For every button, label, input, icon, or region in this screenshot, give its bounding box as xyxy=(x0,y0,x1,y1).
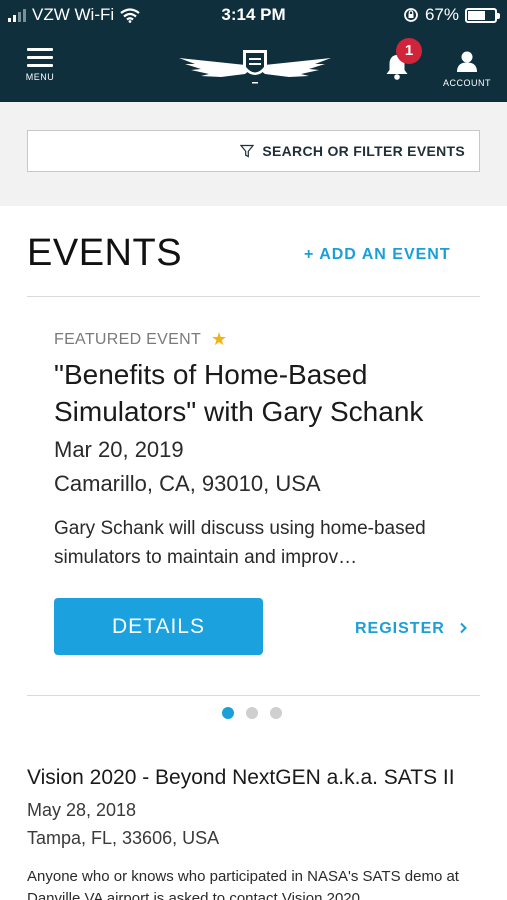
featured-event-label: FEATURED EVENT ★ xyxy=(54,329,227,350)
carousel-dot[interactable] xyxy=(246,707,258,719)
event-description: Anyone who or knows who participated in … xyxy=(27,868,459,900)
account-label: ACCOUNT xyxy=(443,78,491,88)
orientation-lock-icon xyxy=(404,8,418,22)
battery-icon xyxy=(465,7,500,23)
event-date: May 28, 2018 xyxy=(27,800,137,820)
featured-event-location: Camarillo, CA, 93010, USA xyxy=(54,471,321,496)
star-icon: ★ xyxy=(211,329,228,349)
wings-logo-icon[interactable] xyxy=(175,44,335,88)
battery-percent: 67% xyxy=(424,5,459,24)
carousel-dot[interactable] xyxy=(222,707,234,719)
divider xyxy=(27,296,480,297)
hamburger-icon xyxy=(27,48,53,67)
status-right: 67% xyxy=(403,5,500,25)
featured-label-text: FEATURED EVENT xyxy=(54,330,202,348)
notification-count-badge[interactable]: 1 xyxy=(396,38,422,64)
chevron-right-icon xyxy=(460,622,468,634)
add-event-button[interactable]: + ADD AN EVENT xyxy=(304,246,451,264)
app-header: MENU 1 ACCOUNT xyxy=(0,30,507,102)
register-link[interactable]: REGISTER xyxy=(355,620,468,638)
page-title: EVENTS xyxy=(27,232,183,274)
divider xyxy=(27,695,480,696)
user-icon xyxy=(457,51,477,72)
menu-button[interactable]: MENU xyxy=(20,48,60,82)
search-filter-input[interactable]: SEARCH OR FILTER EVENTS xyxy=(27,130,480,172)
carousel-dot[interactable] xyxy=(270,707,282,719)
featured-event-date: Mar 20, 2019 xyxy=(54,437,184,462)
register-label: REGISTER xyxy=(355,620,445,637)
details-button[interactable]: DETAILS xyxy=(54,598,263,655)
featured-event-description: Gary Schank will discuss using home-base… xyxy=(54,518,426,568)
search-filter-label: SEARCH OR FILTER EVENTS xyxy=(262,143,465,159)
event-title[interactable]: Vision 2020 - Beyond NextGEN a.k.a. SATS… xyxy=(27,766,455,790)
status-bar: VZW Wi-Fi 3:14 PM 67% xyxy=(0,0,507,30)
featured-event-title[interactable]: "Benefits of Home-Based Simulators" with… xyxy=(54,356,484,430)
menu-label: MENU xyxy=(25,72,55,82)
filter-funnel-icon xyxy=(240,144,255,158)
account-button[interactable]: ACCOUNT xyxy=(440,50,494,88)
event-location: Tampa, FL, 33606, USA xyxy=(27,828,220,848)
carousel-pagination[interactable] xyxy=(222,707,282,719)
search-section: SEARCH OR FILTER EVENTS xyxy=(0,102,507,206)
